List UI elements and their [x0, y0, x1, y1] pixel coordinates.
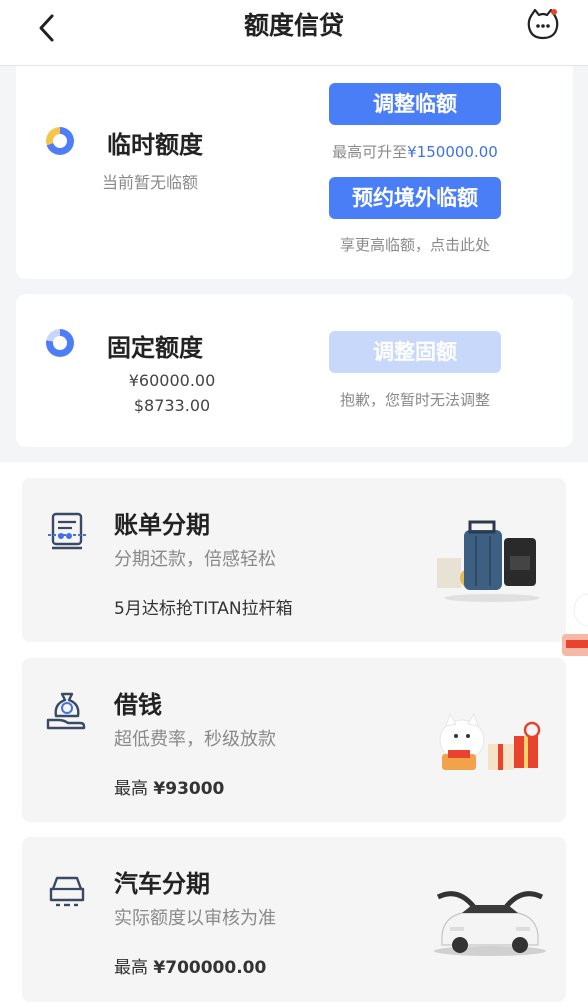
service-title: 借钱 — [114, 691, 162, 719]
max-value: ¥150000.00 — [407, 143, 498, 161]
fixed-limit-available: $8733.00 — [133, 396, 211, 415]
service-subtitle: 实际额度以审核为准 — [114, 908, 276, 929]
service-card-borrow[interactable]: 借钱 超低费率，秒级放款 最高 ¥93000 — [22, 658, 566, 822]
fixed-limit-total: ¥60000.00 — [128, 371, 216, 390]
service-title: 汽车分期 — [114, 870, 210, 898]
limit-section: 临时额度 当前暂无临额 调整临额 最高可升至¥150000.00 预约境外临额 … — [0, 66, 588, 462]
car-icon — [49, 876, 85, 907]
service-card-bill-installment[interactable]: 账单分期 分期还款，倍感轻松 5月达标抢TITAN拉杆箱 — [22, 478, 566, 642]
service-subtitle: 超低费率，秒级放款 — [114, 729, 276, 750]
page-title: 额度信贷 — [243, 11, 344, 40]
fixed-limit-note: 抱歉，您暂时无法调整 — [339, 391, 490, 409]
temp-limit-card: 临时额度 当前暂无临额 调整临额 最高可升至¥150000.00 预约境外临额 … — [16, 66, 573, 279]
money-bag-hand-icon — [46, 692, 86, 730]
adjust-fixed-limit-button[interactable]: 调整固额 — [329, 331, 501, 373]
service-subtitle: 分期还款，倍感轻松 — [114, 549, 276, 570]
bill-installment-icon — [48, 512, 86, 550]
service-card-car-installment[interactable]: 汽车分期 实际额度以审核为准 最高 ¥700000.00 — [22, 837, 566, 1002]
temp-limit-status: 当前暂无临额 — [102, 173, 199, 192]
temp-limit-max-note: 最高可升至¥150000.00 — [316, 141, 514, 162]
fixed-limit-chart-icon — [46, 329, 74, 357]
services-section: 账单分期 分期还款，倍感轻松 5月达标抢TITAN拉杆箱 借钱 超低费率，秒级放… — [0, 462, 588, 1008]
luggage-illustration — [437, 520, 540, 602]
reserve-overseas-limit-button[interactable]: 预约境外临额 — [329, 177, 501, 219]
service-max-amount: 最高 ¥93000 — [114, 774, 224, 799]
floating-promo-widget[interactable] — [558, 590, 588, 670]
temp-limit-chart-icon — [46, 127, 74, 155]
adjust-temp-limit-button[interactable]: 调整临额 — [329, 83, 501, 125]
cat-service-icon[interactable] — [526, 7, 560, 41]
fixed-limit-label: 固定额度 — [107, 334, 203, 362]
max-value: ¥93000 — [153, 779, 225, 799]
top-nav-bar: 额度信贷 — [0, 0, 588, 66]
lucky-cat-gifts-illustration — [439, 712, 541, 770]
white-suv-illustration — [434, 891, 546, 956]
service-promo: 5月达标抢TITAN拉杆箱 — [114, 599, 293, 619]
max-prefix: 最高 — [114, 779, 154, 799]
max-prefix: 最高 — [114, 958, 154, 978]
max-prefix: 最高可升至 — [332, 143, 408, 161]
max-value: ¥700000.00 — [153, 958, 267, 978]
overseas-limit-note[interactable]: 享更高临额，点击此处 — [316, 234, 514, 255]
fixed-limit-card: 固定额度 ¥60000.00 $8733.00 调整固额 抱歉，您暂时无法调整 — [16, 294, 573, 447]
temp-limit-label: 临时额度 — [107, 131, 203, 159]
service-max-amount: 最高 ¥700000.00 — [114, 953, 266, 978]
service-title: 账单分期 — [114, 511, 210, 539]
